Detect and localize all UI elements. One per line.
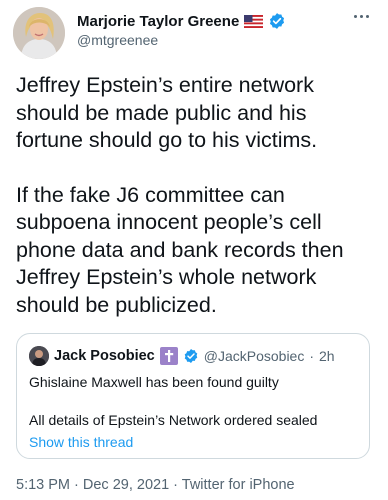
author-name-row: Marjorie Taylor Greene — [77, 10, 286, 32]
quoted-timestamp: 2h — [319, 348, 335, 364]
us-flag-icon — [244, 14, 264, 28]
verified-badge-icon — [268, 12, 286, 30]
tweet-text: Jeffrey Epstein’s entire network should … — [16, 72, 378, 319]
quoted-author-avatar — [29, 346, 49, 366]
more-options-icon[interactable] — [348, 6, 374, 26]
quoted-author-name: Jack Posobiec — [54, 348, 155, 364]
quoted-author-handle: @JackPosobiec — [203, 348, 305, 364]
tweet-paragraph-2: If the fake J6 committee can subpoena in… — [16, 182, 344, 317]
quoted-verified-badge-icon — [183, 348, 199, 364]
cross-emoji-icon — [159, 347, 178, 365]
tweet-paragraph-1: Jeffrey Epstein’s entire network should … — [16, 73, 318, 152]
quoted-tweet[interactable]: Jack Posobiec @JackPosobiec · 2h Ghislai… — [16, 333, 370, 459]
quoted-tweet-line-1: Ghislaine Maxwell has been found guilty — [29, 374, 279, 390]
quoted-tweet-header: Jack Posobiec @JackPosobiec · 2h — [29, 346, 335, 366]
tweet-timestamp-source[interactable]: 5:13 PM · Dec 29, 2021 · Twitter for iPh… — [16, 477, 295, 493]
quoted-separator: · — [309, 348, 315, 364]
show-thread-link[interactable]: Show this thread — [29, 434, 133, 450]
tweet-card: Marjorie Taylor Greene @mtgreenee Jeffre… — [0, 0, 388, 500]
profile-photo-icon — [13, 7, 65, 59]
author-avatar[interactable] — [13, 7, 65, 59]
author-handle[interactable]: @mtgreenee — [77, 32, 158, 48]
author-display-name[interactable]: Marjorie Taylor Greene — [77, 13, 239, 30]
quoted-tweet-line-2: All details of Epstein’s Network ordered… — [29, 412, 318, 428]
